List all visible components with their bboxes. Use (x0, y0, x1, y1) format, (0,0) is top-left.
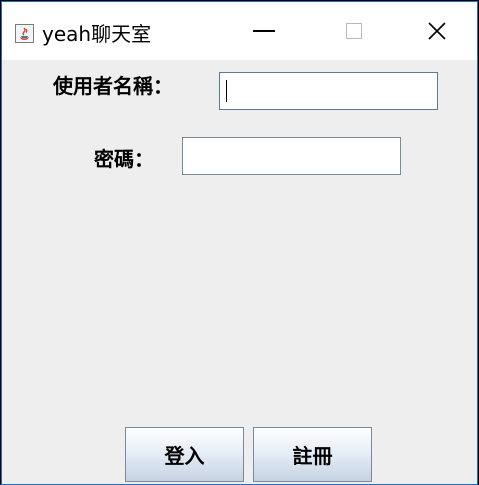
password-input[interactable] (182, 137, 401, 175)
close-button[interactable] (392, 2, 479, 60)
username-label: 使用者名稱： (53, 74, 173, 98)
java-coffee-cup-icon[interactable] (15, 24, 34, 43)
minimize-icon (253, 30, 275, 32)
close-icon (428, 22, 446, 40)
login-panel: 使用者名稱： 密碼： 登入 註冊 (2, 60, 477, 484)
text-caret (226, 80, 227, 102)
minimize-button[interactable] (219, 2, 309, 60)
window-title: yeah聊天室 (42, 22, 152, 46)
app-window: yeah聊天室 使用者名稱： 密碼： 登入 註冊 (1, 1, 478, 485)
maximize-icon (346, 23, 362, 39)
maximize-button[interactable] (309, 2, 399, 60)
register-button[interactable]: 註冊 (253, 427, 372, 482)
username-input[interactable] (219, 72, 438, 110)
password-label: 密碼： (94, 147, 154, 171)
title-bar[interactable]: yeah聊天室 (2, 2, 477, 60)
login-button[interactable]: 登入 (125, 427, 244, 482)
